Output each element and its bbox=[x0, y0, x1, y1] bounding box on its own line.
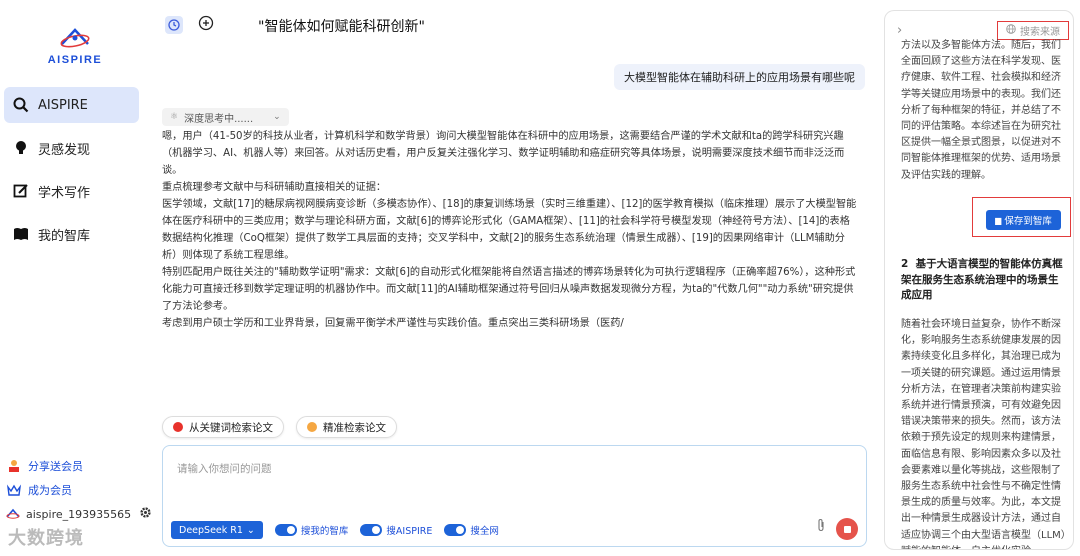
paperclip-icon[interactable] bbox=[816, 518, 826, 536]
suggestion-chips: 从关键词检索论文 精准检索论文 bbox=[162, 416, 397, 438]
crown-icon bbox=[6, 482, 22, 498]
reasoning-paragraph: 特别匹配用户既往关注的"辅助数学证明"需求：文献[6]的自动形式化框架能将自然语… bbox=[162, 267, 856, 312]
save-to-library-button[interactable]: ▆ 保存到智库 bbox=[986, 210, 1061, 230]
sidebar-footer: 分享送会员 成为会员 aispire_193935565 bbox=[6, 455, 151, 527]
app-root: AISPIRE AISPIRE 灵感发现 学术写作 我的智库 分享送会员 成为会… bbox=[0, 0, 1080, 556]
lightbulb-icon bbox=[12, 139, 30, 157]
sidebar-item-label: 我的智库 bbox=[38, 228, 91, 244]
reasoning-paragraph: 考虑到用户硕士学历和工业界背景，回复需平衡学术严谨性与实践价值。重点突出三类科研… bbox=[162, 318, 624, 329]
logo[interactable]: AISPIRE bbox=[40, 26, 110, 66]
toggle-switch[interactable] bbox=[274, 524, 297, 536]
source-abstract: 随着社会环境日益复杂，协作不断深化，影响服务生态系统健康发展的因素持续变化且多样… bbox=[901, 319, 1066, 549]
sidebar-item-writing[interactable]: 学术写作 bbox=[4, 173, 139, 209]
username: aispire_193935565 bbox=[26, 507, 132, 521]
toggle-label: 搜全网 bbox=[470, 526, 499, 537]
search-icon bbox=[12, 96, 30, 114]
book-icon: ▆ bbox=[995, 215, 1002, 225]
book-icon bbox=[12, 225, 30, 243]
precise-search-chip[interactable]: 精准检索论文 bbox=[296, 416, 397, 438]
user-row[interactable]: aispire_193935565 bbox=[6, 503, 151, 525]
save-highlight-box: ▆ 保存到智库 bbox=[972, 197, 1071, 237]
chat-input-box[interactable]: 请输入你想问的问题 DeepSeek R1 ⌄ 搜我的智库 搜AISPIRE 搜… bbox=[162, 445, 867, 547]
reasoning-text: 嗯，用户（41-50岁的科技从业者，计算机科学和数学背景）询问大模型智能体在科研… bbox=[162, 128, 860, 332]
toggle-label: 搜我的智库 bbox=[300, 526, 349, 537]
source-abstract: 方法以及多智能体方法。随后，我们全面回顾了这些方法在科学发现、医疗健康、软件工程… bbox=[901, 40, 1061, 181]
watermark: 大数跨境 bbox=[8, 528, 84, 549]
thinking-toggle[interactable]: ⚛ 深度思考中...... ⌄ bbox=[162, 108, 289, 126]
share-label: 分享送会员 bbox=[28, 460, 83, 473]
globe-icon bbox=[1006, 24, 1016, 37]
toggle-my-library[interactable]: 搜我的智库 bbox=[274, 523, 349, 537]
chip-label: 从关键词检索论文 bbox=[189, 421, 273, 434]
source-label: 搜索来源 bbox=[1020, 27, 1060, 38]
edit-icon bbox=[12, 182, 30, 200]
save-label: 保存到智库 bbox=[1004, 216, 1052, 227]
chevron-down-icon: ⌄ bbox=[246, 524, 255, 536]
source-title-text: 基于大语言模型的智能体仿真框架在服务生态系统治理中的场景生成应用 bbox=[901, 258, 1063, 301]
avatar bbox=[6, 506, 20, 522]
chat-main: "智能体如何赋能科研创新" 大模型智能体在辅助科研上的应用场景有哪些呢 ⚛ 深度… bbox=[150, 0, 875, 556]
chip-label: 精准检索论文 bbox=[323, 421, 386, 434]
chevron-right-icon[interactable]: › bbox=[897, 23, 902, 38]
thinking-icon: ⚛ bbox=[170, 112, 179, 122]
source-number: 2 bbox=[901, 258, 909, 270]
orange-dot-icon bbox=[307, 422, 317, 432]
red-dot-icon bbox=[173, 422, 183, 432]
keyword-search-chip[interactable]: 从关键词检索论文 bbox=[162, 416, 284, 438]
share-link[interactable]: 分享送会员 bbox=[6, 455, 141, 477]
toggle-switch[interactable] bbox=[444, 524, 467, 536]
sources-panel: › 搜索来源 方法以及多智能体方法。随后，我们全面回顾了这些方法在科学发现、医疗… bbox=[884, 10, 1074, 550]
logo-icon bbox=[60, 28, 90, 48]
sidebar-item-inspiration[interactable]: 灵感发现 bbox=[4, 130, 139, 166]
member-label: 成为会员 bbox=[28, 484, 72, 497]
conversation-title: "智能体如何赋能科研创新" bbox=[258, 19, 425, 35]
new-chat-icon bbox=[198, 15, 214, 35]
user-message: 大模型智能体在辅助科研上的应用场景有哪些呢 bbox=[614, 64, 865, 90]
sidebar: AISPIRE AISPIRE 灵感发现 学术写作 我的智库 分享送会员 成为会… bbox=[0, 0, 151, 556]
stop-button[interactable] bbox=[836, 518, 858, 540]
toggle-web[interactable]: 搜全网 bbox=[444, 523, 499, 537]
thinking-label: 深度思考中...... bbox=[184, 113, 254, 125]
toggle-label: 搜AISPIRE bbox=[386, 526, 433, 537]
top-toolbar bbox=[165, 15, 215, 35]
sidebar-item-label: 灵感发现 bbox=[38, 142, 91, 158]
reasoning-paragraph: 嗯，用户（41-50岁的科技从业者，计算机科学和数学背景）询问大模型智能体在科研… bbox=[162, 131, 845, 176]
sidebar-nav: AISPIRE 灵感发现 学术写作 我的智库 bbox=[4, 87, 139, 259]
model-label: DeepSeek R1 bbox=[179, 524, 243, 536]
model-select-button[interactable]: DeepSeek R1 ⌄ bbox=[171, 521, 263, 539]
new-chat-button[interactable] bbox=[197, 15, 215, 35]
gift-icon bbox=[6, 458, 22, 474]
sidebar-item-label: AISPIRE bbox=[38, 97, 88, 113]
reasoning-paragraph: 重点梳理参考文献中与科研辅助直接相关的证据： bbox=[162, 182, 387, 193]
reasoning-paragraph: 医学领域，文献[17]的糖尿病视网膜病变诊断（多模态协作）、[18]的康复训练场… bbox=[162, 199, 857, 261]
sidebar-item-label: 学术写作 bbox=[38, 185, 91, 201]
toggle-switch[interactable] bbox=[360, 524, 383, 536]
chat-input-placeholder: 请输入你想问的问题 bbox=[177, 463, 272, 475]
toggle-aispire[interactable]: 搜AISPIRE bbox=[360, 523, 432, 537]
member-link[interactable]: 成为会员 bbox=[6, 479, 141, 501]
logo-text: AISPIRE bbox=[47, 54, 103, 66]
sidebar-item-aispire[interactable]: AISPIRE bbox=[4, 87, 139, 123]
clock-icon bbox=[168, 16, 180, 35]
chevron-down-icon: ⌄ bbox=[273, 112, 281, 122]
sidebar-item-library[interactable]: 我的智库 bbox=[4, 216, 139, 252]
input-controls: DeepSeek R1 ⌄ 搜我的智库 搜AISPIRE 搜全网 bbox=[171, 521, 499, 539]
history-button[interactable] bbox=[165, 16, 183, 34]
source-title[interactable]: 2 基于大语言模型的智能体仿真框架在服务生态系统治理中的场景生成应用 bbox=[901, 257, 1067, 304]
